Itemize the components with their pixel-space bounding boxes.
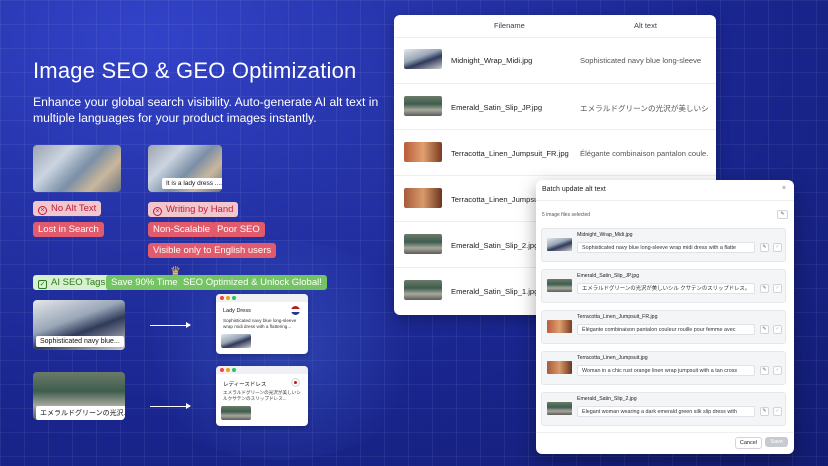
chip-non-scalable: Non-Scalable xyxy=(148,222,216,237)
row-thumbnail xyxy=(404,49,442,69)
card-body: エメラルドグリーンの光沢が美しいシルクサテンのスリップドレス... xyxy=(223,390,301,401)
close-icon[interactable]: × xyxy=(782,185,786,192)
generate-icon[interactable]: ✎ xyxy=(760,407,769,416)
row-thumbnail xyxy=(404,188,442,208)
us-flag-icon xyxy=(291,306,300,315)
row-filename: Terracotta_Linen_Jumpsui xyxy=(451,195,541,204)
example-photo-navy: Sophisticated navy blue... xyxy=(33,300,125,350)
arrow-icon xyxy=(150,403,191,409)
chip-poor-seo: Poor SEO xyxy=(212,222,265,237)
batch-item: Emerald_Satin_Slip_2.jpg Elegant woman w… xyxy=(541,392,786,426)
magic-wand-icon[interactable]: ✎ xyxy=(777,210,788,219)
item-thumbnail xyxy=(547,320,572,333)
row-alt-text: Élégante combinaison pantalon coule... xyxy=(580,149,708,158)
row-filename: Emerald_Satin_Slip_2.jpg xyxy=(451,241,539,250)
hero-subtitle: Enhance your global search visibility. A… xyxy=(33,95,379,125)
check-icon[interactable]: ✓ xyxy=(773,366,782,375)
row-thumbnail xyxy=(404,280,442,300)
item-filename: Midnight_Wrap_Midi.jpg xyxy=(577,232,633,238)
column-header-alt: Alt text xyxy=(634,21,657,30)
item-alt-input[interactable]: Woman in a chic rust orange linen wrap j… xyxy=(577,365,755,376)
handwritten-caption: It is a lady dress .... xyxy=(162,178,222,189)
hero-title: Image SEO & GEO Optimization xyxy=(33,58,357,83)
card-title: レディースドレス xyxy=(223,382,267,388)
arrow-icon xyxy=(150,322,191,328)
row-thumbnail xyxy=(404,234,442,254)
row-filename: Midnight_Wrap_Midi.jpg xyxy=(451,56,533,65)
table-row[interactable]: Terracotta_Linen_Jumpsuit_FR.jpg Élégant… xyxy=(394,129,716,175)
x-icon: × xyxy=(153,207,162,216)
cancel-button[interactable]: Cancel xyxy=(734,437,762,449)
item-thumbnail xyxy=(547,238,572,251)
item-thumbnail xyxy=(547,402,572,415)
row-filename: Emerald_Satin_Slip_1.jpg xyxy=(451,287,539,296)
column-header-filename: Filename xyxy=(494,21,525,30)
jp-flag-icon xyxy=(291,378,300,387)
modal-title: Batch update alt text xyxy=(542,186,606,193)
chip-no-alt-text: × No Alt Text xyxy=(33,201,102,216)
card-body: Sophisticated navy blue long-sleeve wrap… xyxy=(223,318,297,329)
generate-icon[interactable]: ✎ xyxy=(760,325,769,334)
product-photo-handwritten: It is a lady dress .... xyxy=(148,145,222,192)
item-alt-input[interactable]: Sophisticated navy blue long-sleeve wrap… xyxy=(577,242,755,253)
generate-icon[interactable]: ✎ xyxy=(760,366,769,375)
row-alt-text: Sophisticated navy blue long-sleeve xyxy=(580,56,702,65)
check-icon: ✓ xyxy=(38,280,47,289)
check-icon[interactable]: ✓ xyxy=(773,243,782,252)
generate-icon[interactable]: ✎ xyxy=(760,243,769,252)
row-thumbnail xyxy=(404,142,442,162)
item-filename: Emerald_Satin_Slip_JP.jpg xyxy=(577,273,640,279)
card-title: Lady Dress xyxy=(223,308,251,314)
x-icon: × xyxy=(38,206,47,215)
example-caption-navy: Sophisticated navy blue... xyxy=(36,336,124,347)
example-caption-emerald: エメラルドグリーンの光沢... xyxy=(36,406,125,420)
item-filename: Terracotta_Linen_Jumpsuit.jpg xyxy=(577,355,648,361)
item-alt-input[interactable]: Elegant woman wearing a dark emerald gre… xyxy=(577,406,755,417)
item-filename: Terracotta_Linen_Jumpsuit_FR.jpg xyxy=(577,314,658,320)
item-alt-input[interactable]: Élégante combinaison pantalon couleur ro… xyxy=(577,324,755,335)
result-card-jp: レディースドレス エメラルドグリーンの光沢が美しいシルクサテンのスリップドレス.… xyxy=(216,366,308,426)
selected-count: 5 image files selected xyxy=(542,212,591,218)
item-alt-input[interactable]: エメラルドグリーンの光沢が美しいシル クサテンのスリップドレス。 xyxy=(577,283,755,294)
batch-item: Terracotta_Linen_Jumpsuit_FR.jpg Élégant… xyxy=(541,310,786,344)
row-filename: Emerald_Satin_Slip_JP.jpg xyxy=(451,103,543,112)
result-card-en: Lady Dress Sophisticated navy blue long-… xyxy=(216,294,308,354)
batch-item: Emerald_Satin_Slip_JP.jpg エメラルドグリーンの光沢が美… xyxy=(541,269,786,303)
check-icon[interactable]: ✓ xyxy=(773,407,782,416)
chip-ai-seo-tags: ✓ AI SEO Tags xyxy=(33,275,111,290)
check-icon[interactable]: ✓ xyxy=(773,284,782,293)
item-thumbnail xyxy=(547,361,572,374)
row-thumbnail xyxy=(404,96,442,116)
row-filename: Terracotta_Linen_Jumpsuit_FR.jpg xyxy=(451,149,569,158)
card-image xyxy=(221,334,251,348)
example-photo-emerald: エメラルドグリーンの光沢... xyxy=(33,372,125,420)
batch-item: Terracotta_Linen_Jumpsuit.jpg Woman in a… xyxy=(541,351,786,385)
generate-icon[interactable]: ✎ xyxy=(760,284,769,293)
product-photo-no-alt xyxy=(33,145,121,192)
batch-item: Midnight_Wrap_Midi.jpg Sophisticated nav… xyxy=(541,228,786,262)
save-button[interactable]: Save xyxy=(765,437,788,447)
chip-english-only: Visible only to English users xyxy=(148,243,277,258)
chip-writing-by-hand: × Writing by Hand xyxy=(148,202,239,217)
row-alt-text: エメラルドグリーンの光沢が美しいシ xyxy=(580,104,708,113)
item-thumbnail xyxy=(547,279,572,292)
chip-lost-in-search: Lost in Search xyxy=(33,222,104,237)
table-row[interactable]: Midnight_Wrap_Midi.jpg Sophisticated nav… xyxy=(394,37,716,83)
batch-update-modal: Batch update alt text × 5 image files se… xyxy=(536,180,794,454)
card-image xyxy=(221,406,251,420)
table-row[interactable]: Emerald_Satin_Slip_JP.jpg エメラルドグリーンの光沢が美… xyxy=(394,83,716,129)
check-icon[interactable]: ✓ xyxy=(773,325,782,334)
chip-seo-optimized: SEO Optimized & Unlock Global! xyxy=(178,275,327,290)
item-filename: Emerald_Satin_Slip_2.jpg xyxy=(577,396,637,402)
